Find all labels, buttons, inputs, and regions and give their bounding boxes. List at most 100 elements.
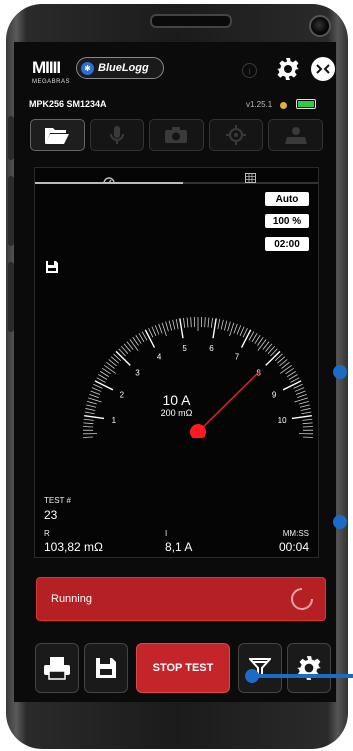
gauge-minor-tick: [293, 383, 303, 389]
brand-label: BlueLogg: [98, 62, 149, 74]
map-icon: [284, 127, 307, 144]
gauge-major-tick: [179, 318, 184, 339]
mode-chip[interactable]: Auto: [265, 192, 309, 206]
gauge-minor-tick: [158, 323, 163, 334]
gauge-icon[interactable]: [103, 171, 115, 189]
gauge-minor-tick: [207, 317, 210, 328]
gauge-minor-tick: [239, 326, 245, 336]
gauge-tick-label: 3: [135, 368, 140, 377]
gauge-minor-tick: [302, 418, 313, 421]
gauge-minor-tick: [302, 422, 313, 425]
save-status-icon: [45, 260, 59, 279]
gauge-minor-tick: [236, 325, 242, 335]
current-label: I: [165, 529, 168, 538]
annotation-line: [255, 674, 353, 678]
stop-test-button[interactable]: STOP TEST: [136, 643, 230, 693]
battery-fill: [298, 101, 314, 107]
version-label: v1.25.1: [246, 100, 273, 109]
gauge-major-tick: [212, 318, 217, 339]
gauge-minor-tick: [242, 327, 248, 338]
gauge-minor-tick: [148, 327, 154, 338]
annotation-marker: [333, 515, 347, 529]
gauge-minor-tick: [186, 317, 189, 328]
gauge-minor-tick: [93, 383, 103, 389]
measurement-panel: Auto 100 % 02:00 01234567891011 10 A 200…: [34, 167, 319, 558]
floppy-icon: [96, 658, 116, 678]
gauge-minor-tick: [217, 319, 221, 329]
gauge-resistance-readout: 200 mΩ: [160, 408, 193, 418]
gauge-minor-tick: [294, 387, 305, 392]
current-value: 8,1 A: [165, 540, 193, 554]
resistance-value: 103,82 mΩ: [44, 540, 104, 554]
gauge-major-tick: [282, 380, 302, 391]
save-button[interactable]: [84, 643, 128, 693]
gauge-minor-tick: [183, 317, 186, 328]
gauge-minor-tick: [288, 374, 298, 380]
camera-icon: [165, 127, 188, 143]
filter-button[interactable]: [238, 643, 282, 693]
gauge-minor-tick: [229, 322, 235, 337]
gauge-major-tick: [144, 329, 156, 348]
gauge-minor-tick: [190, 317, 192, 328]
tool-tabs: [30, 119, 323, 153]
gauge-minor-tick: [151, 326, 157, 336]
time-value: 00:04: [278, 540, 309, 554]
battery-icon: [296, 99, 316, 109]
gauge-minor-tick: [129, 339, 139, 351]
gauge-minor-tick: [104, 364, 116, 374]
time-chip[interactable]: 02:00: [265, 237, 309, 251]
link-icon[interactable]: [311, 57, 335, 81]
tab-microphone[interactable]: [89, 119, 145, 151]
annotation-marker: [333, 365, 347, 379]
bluetooth-icon: ✱: [81, 61, 94, 75]
gauge-current-readout: 10 A: [162, 392, 191, 408]
gauge-minor-tick: [98, 374, 108, 380]
gauge-minor-tick: [220, 319, 224, 330]
gauge-minor-tick: [165, 321, 169, 332]
print-button[interactable]: [35, 643, 79, 693]
bluelogg-badge: ✱ BlueLogg: [76, 57, 164, 79]
gauge-major-tick: [94, 380, 114, 391]
tab-map[interactable]: [268, 119, 323, 151]
gauge-major-tick: [240, 329, 252, 348]
gauge-minor-tick: [223, 320, 228, 331]
gauge-tick-label: 5: [182, 344, 187, 353]
gauge-tick-label: 4: [157, 352, 162, 361]
percent-chip[interactable]: 100 %: [265, 214, 309, 228]
spinner-icon: [291, 588, 313, 610]
tab-target[interactable]: [208, 119, 264, 151]
folder-icon: [45, 128, 70, 144]
gauge-minor-tick: [83, 422, 94, 425]
gauge-tick-label: 7: [235, 352, 240, 361]
gauge-minor-tick: [172, 319, 176, 330]
gauge-minor-tick: [257, 339, 267, 351]
gauge-minor-tick: [227, 321, 231, 332]
gauge-minor-tick: [280, 364, 292, 374]
gauge-minor-tick: [91, 387, 102, 392]
status-bar: Running: [36, 577, 326, 621]
printer-icon: [44, 657, 70, 680]
info-icon[interactable]: i: [242, 63, 257, 78]
gauge-minor-tick: [204, 317, 206, 328]
logo: MIIII: [32, 58, 61, 77]
tab-camera[interactable]: [149, 119, 204, 151]
gauge-minor-tick: [233, 323, 238, 334]
logo-subtext: MEGABRAS: [32, 79, 71, 85]
gauge-minor-tick: [175, 319, 179, 329]
tab-folder[interactable]: [30, 119, 85, 151]
gauge-minor-tick: [210, 317, 213, 328]
config-button[interactable]: [287, 643, 331, 693]
status-text: Running: [51, 593, 92, 605]
gauge-minor-tick: [161, 322, 167, 337]
gear-icon[interactable]: [276, 57, 300, 81]
front-camera: [309, 15, 331, 37]
speaker: [150, 14, 232, 28]
app-screen: MIIII MEGABRAS ✱ BlueLogg i MPK256 SM123…: [14, 42, 336, 702]
gauge-minor-tick: [168, 320, 173, 331]
gauge-tick-label: 6: [209, 344, 214, 353]
device-id: MPK256 SM1234A: [29, 99, 107, 109]
connection-status-dot: [280, 102, 287, 109]
resistance-label: R: [44, 529, 50, 538]
grid-icon[interactable]: [245, 170, 256, 188]
test-number-value: 23: [44, 508, 58, 522]
